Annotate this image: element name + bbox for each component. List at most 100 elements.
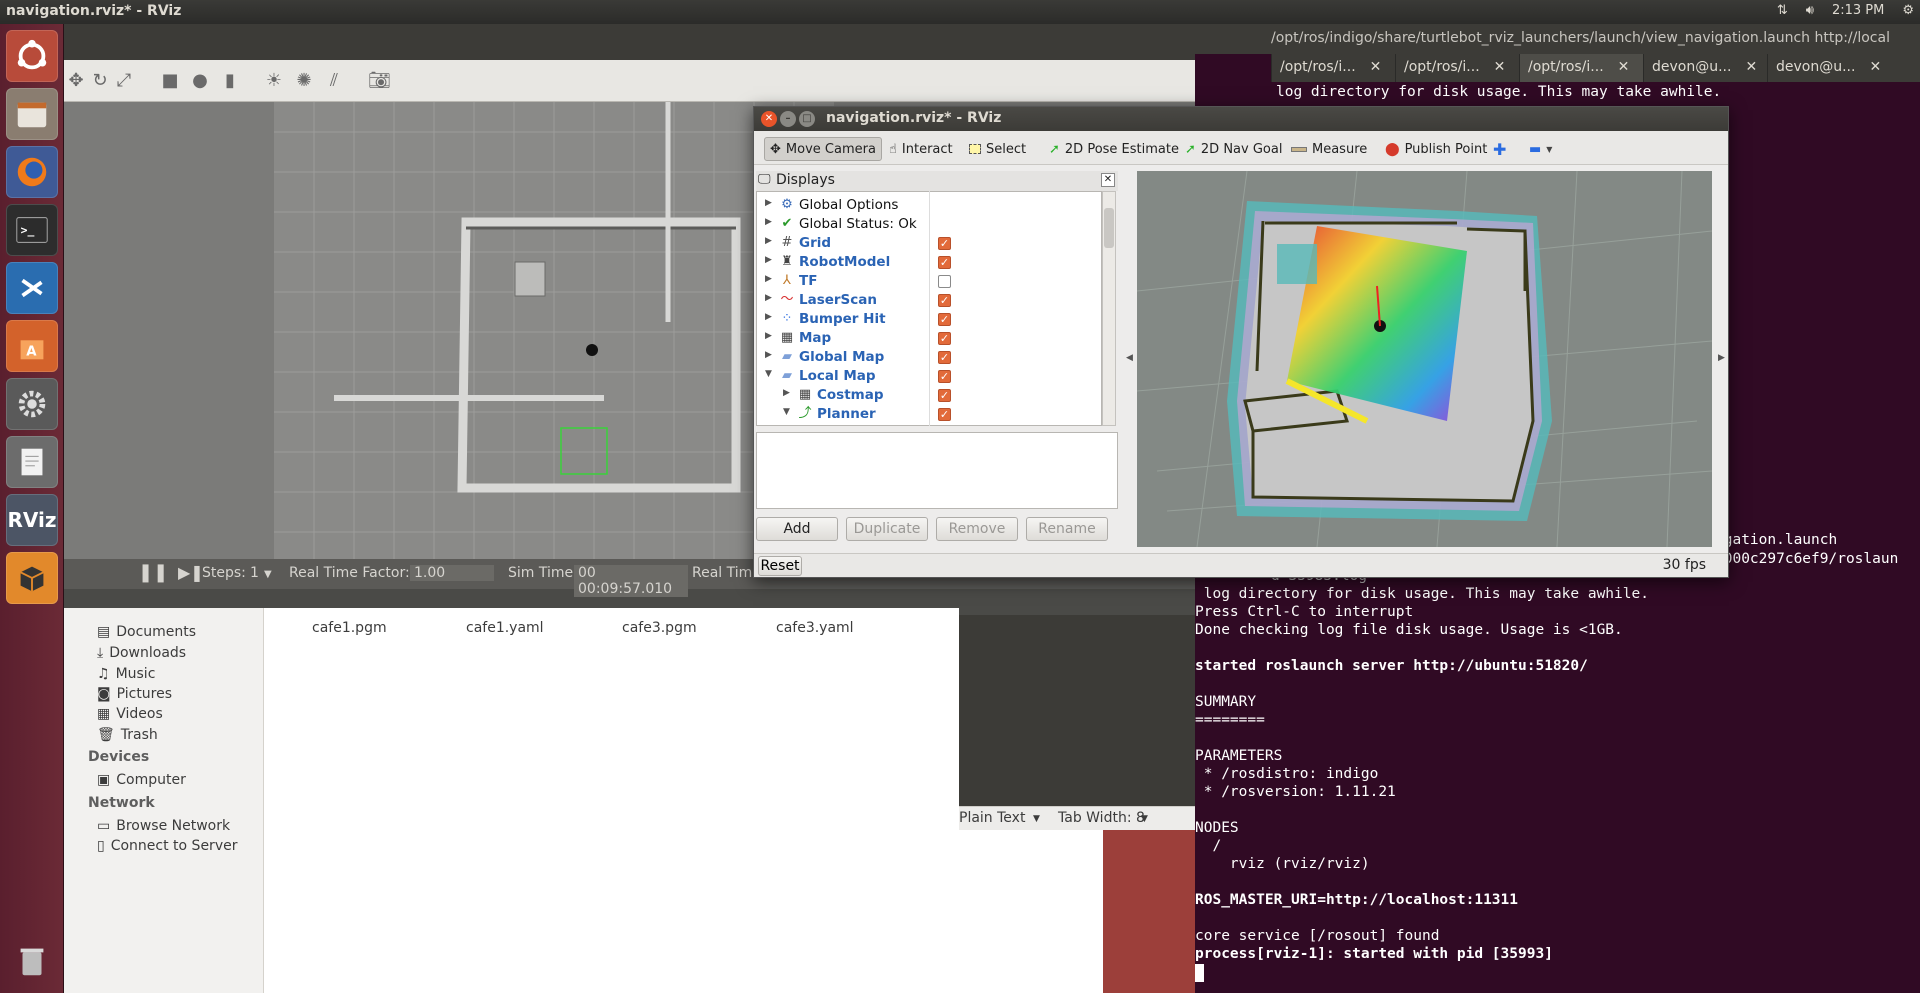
- expand-right-icon[interactable]: ▶: [765, 331, 772, 341]
- vscode-icon[interactable]: [6, 262, 58, 314]
- sidebar-item-connect-server[interactable]: ▯ Connect to Server: [97, 838, 237, 854]
- minimize-icon[interactable]: –: [780, 111, 796, 127]
- move-camera-tool[interactable]: ✥ Move Camera: [764, 137, 882, 161]
- point-light-icon[interactable]: ☀: [264, 71, 284, 91]
- spot-light-icon[interactable]: ✺: [294, 71, 314, 91]
- interact-tool[interactable]: ☝ Interact: [884, 137, 958, 161]
- clock[interactable]: 2:13 PM: [1832, 3, 1884, 18]
- chevron-down-icon[interactable]: ▼: [1033, 814, 1040, 824]
- file-item[interactable]: cafe3.yaml: [776, 620, 854, 636]
- nav-goal-tool[interactable]: ➚ 2D Nav Goal: [1180, 137, 1287, 161]
- box-shape-icon[interactable]: ■: [160, 71, 180, 91]
- terminal-tab[interactable]: /opt/ros/i... ✕: [1271, 54, 1395, 82]
- enable-checkbox[interactable]: [938, 275, 951, 288]
- ubuntu-dash-icon[interactable]: [6, 30, 58, 82]
- sidebar-item-browse-network[interactable]: ▭ Browse Network: [97, 818, 230, 834]
- sphere-shape-icon[interactable]: ●: [190, 71, 210, 91]
- firefox-icon[interactable]: [6, 146, 58, 198]
- terminal-tab[interactable]: /opt/ros/i... ✕: [1395, 54, 1519, 82]
- enable-checkbox[interactable]: ✓: [938, 370, 951, 383]
- enable-checkbox[interactable]: ✓: [938, 351, 951, 364]
- terminal-tab[interactable]: devon@u... ✕: [1767, 54, 1891, 82]
- enable-checkbox[interactable]: ✓: [938, 237, 951, 250]
- terminal-tab[interactable]: devon@u... ✕: [1643, 54, 1767, 82]
- terminal-tab-active[interactable]: /opt/ros/i... ✕: [1519, 54, 1643, 82]
- close-icon[interactable]: ✕: [1101, 173, 1115, 187]
- tab-width-selector[interactable]: Tab Width: 8: [1058, 810, 1145, 826]
- expand-right-icon[interactable]: ▶: [765, 198, 772, 208]
- close-icon[interactable]: ✕: [1494, 59, 1506, 77]
- collapse-right-icon[interactable]: ▶: [1718, 353, 1725, 363]
- add-button[interactable]: Add: [756, 517, 838, 541]
- close-icon[interactable]: ✕: [1745, 59, 1757, 77]
- enable-checkbox[interactable]: ✓: [938, 332, 951, 345]
- chevron-down-icon[interactable]: ▼: [1141, 814, 1148, 824]
- expand-down-icon[interactable]: ▼: [783, 407, 790, 417]
- sidebar-item-downloads[interactable]: ⤓ Downloads: [97, 645, 186, 661]
- enable-checkbox[interactable]: ✓: [938, 256, 951, 269]
- rotate-icon[interactable]: ↻: [90, 71, 110, 91]
- close-icon[interactable]: ✕: [1869, 59, 1881, 77]
- enable-checkbox[interactable]: ✓: [938, 313, 951, 326]
- file-item[interactable]: cafe1.yaml: [466, 620, 544, 636]
- measure-tool[interactable]: Measure: [1286, 137, 1372, 161]
- expand-right-icon[interactable]: ▶: [765, 350, 772, 360]
- sidebar-item-music[interactable]: ♫ Music: [97, 666, 155, 682]
- gazebo-icon[interactable]: [6, 552, 58, 604]
- remove-tool-button[interactable]: ▬ ▼: [1524, 137, 1557, 161]
- scrollbar-thumb[interactable]: [1104, 208, 1114, 248]
- sidebar-item-pictures[interactable]: ◙ Pictures: [97, 686, 172, 702]
- maximize-icon[interactable]: □: [799, 111, 815, 127]
- rviz-icon[interactable]: RViz: [6, 494, 58, 546]
- screenshot-icon[interactable]: 📷︎: [368, 71, 391, 91]
- sidebar-item-computer[interactable]: ▣ Computer: [97, 772, 186, 788]
- enable-checkbox[interactable]: ✓: [938, 294, 951, 307]
- reset-button[interactable]: Reset: [758, 556, 802, 576]
- pause-icon[interactable]: ❚❚: [138, 562, 168, 583]
- expand-right-icon[interactable]: ▶: [765, 312, 772, 322]
- syntax-selector[interactable]: Plain Text: [959, 810, 1025, 826]
- file-item[interactable]: cafe3.pgm: [622, 620, 697, 636]
- close-icon[interactable]: ✕: [761, 111, 777, 127]
- system-settings-icon[interactable]: [6, 378, 58, 430]
- expand-right-icon[interactable]: ▶: [765, 255, 772, 265]
- cylinder-shape-icon[interactable]: ▮: [220, 71, 240, 91]
- duplicate-button[interactable]: Duplicate: [846, 517, 928, 541]
- expand-right-icon[interactable]: ▶: [765, 217, 772, 227]
- expand-right-icon[interactable]: ▶: [783, 388, 790, 398]
- sidebar-item-trash[interactable]: 🗑︎ Trash: [97, 727, 158, 743]
- close-icon[interactable]: ✕: [1370, 59, 1382, 77]
- enable-checkbox[interactable]: ✓: [938, 408, 951, 421]
- expand-right-icon[interactable]: ▶: [765, 293, 772, 303]
- sidebar-item-videos[interactable]: ▦ Videos: [97, 706, 163, 722]
- software-center-icon[interactable]: A: [6, 320, 58, 372]
- trash-icon[interactable]: [6, 934, 58, 986]
- directional-light-icon[interactable]: ⫽: [324, 71, 344, 91]
- files-icon[interactable]: [6, 88, 58, 140]
- terminal-icon[interactable]: >_: [6, 204, 58, 256]
- close-icon[interactable]: ✕: [1618, 59, 1630, 77]
- collapse-left-icon[interactable]: ◀: [1126, 353, 1133, 363]
- text-editor-icon[interactable]: [6, 436, 58, 488]
- expand-right-icon[interactable]: ▶: [765, 236, 772, 246]
- translate-icon[interactable]: ✥: [66, 71, 86, 91]
- expand-down-icon[interactable]: ▼: [765, 369, 772, 379]
- volume-icon[interactable]: 🔊︎: [1806, 3, 1814, 18]
- enable-checkbox[interactable]: ✓: [938, 389, 951, 402]
- steps-value[interactable]: 1: [250, 565, 259, 581]
- expand-right-icon[interactable]: ▶: [765, 274, 772, 284]
- rename-button[interactable]: Rename: [1026, 517, 1108, 541]
- displays-scrollbar[interactable]: [1102, 191, 1116, 426]
- pose-estimate-tool[interactable]: ➚ 2D Pose Estimate: [1044, 137, 1184, 161]
- gear-icon[interactable]: ⚙: [1902, 3, 1914, 18]
- sidebar-item-documents[interactable]: ▤ Documents: [97, 624, 196, 640]
- rviz-3d-viewport[interactable]: [1137, 171, 1712, 547]
- network-arrows-icon[interactable]: ⇅: [1777, 3, 1788, 18]
- file-item[interactable]: cafe1.pgm: [312, 620, 387, 636]
- chevron-down-icon[interactable]: ▼: [264, 569, 272, 580]
- publish-point-tool[interactable]: ⬤ Publish Point: [1380, 137, 1492, 161]
- remove-button[interactable]: Remove: [936, 517, 1018, 541]
- step-icon[interactable]: ▶❚: [178, 563, 204, 582]
- select-tool[interactable]: Select: [964, 137, 1031, 161]
- add-tool-button[interactable]: ✚: [1488, 137, 1511, 161]
